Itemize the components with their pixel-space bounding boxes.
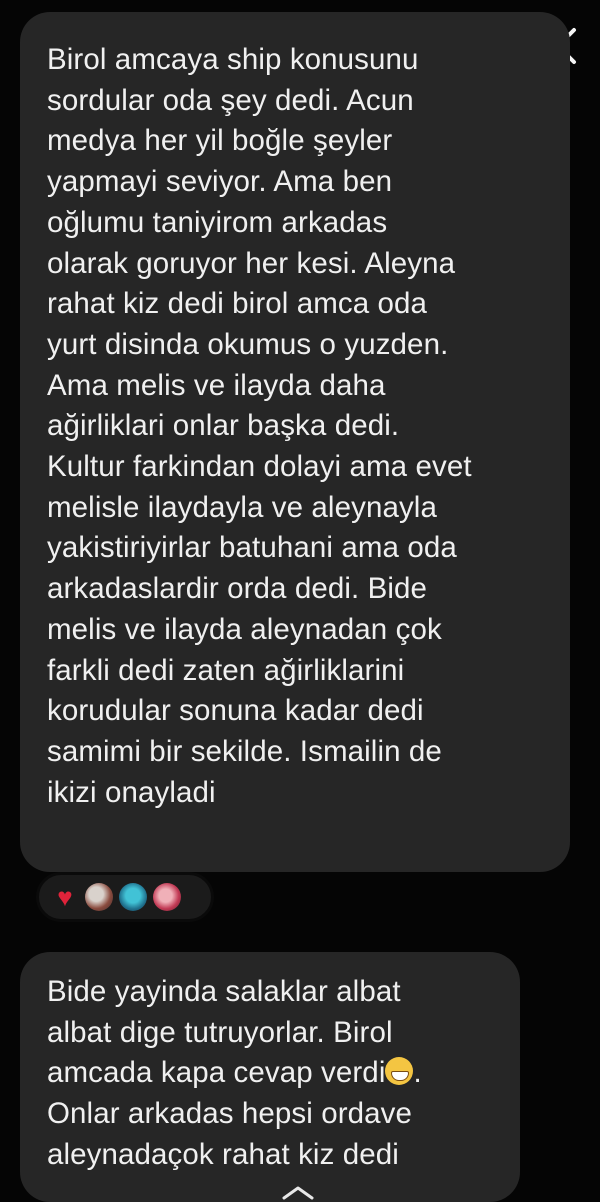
reaction-avatar: [119, 883, 147, 911]
message-bubble-2[interactable]: Bide yayinda salaklar albat albat dige t…: [20, 952, 520, 1202]
heart-icon: ♥: [57, 882, 73, 912]
message-text-2: Bide yayinda salaklar albat albat dige t…: [47, 972, 500, 1176]
message-text-1: Birol amcaya ship konusunu sordular oda …: [47, 43, 472, 809]
reaction-avatar: [85, 883, 113, 911]
reaction-avatar: [153, 883, 181, 911]
message-bubble-1[interactable]: Birol amcaya ship konusunu sordular oda …: [20, 12, 570, 872]
home-indicator-icon[interactable]: [278, 1186, 318, 1200]
message-text-2-part-1: Bide yayinda salaklar albat albat dige t…: [47, 975, 401, 1090]
grinning-face-icon: [385, 1057, 414, 1086]
reactions-bar[interactable]: ♥: [36, 872, 214, 922]
